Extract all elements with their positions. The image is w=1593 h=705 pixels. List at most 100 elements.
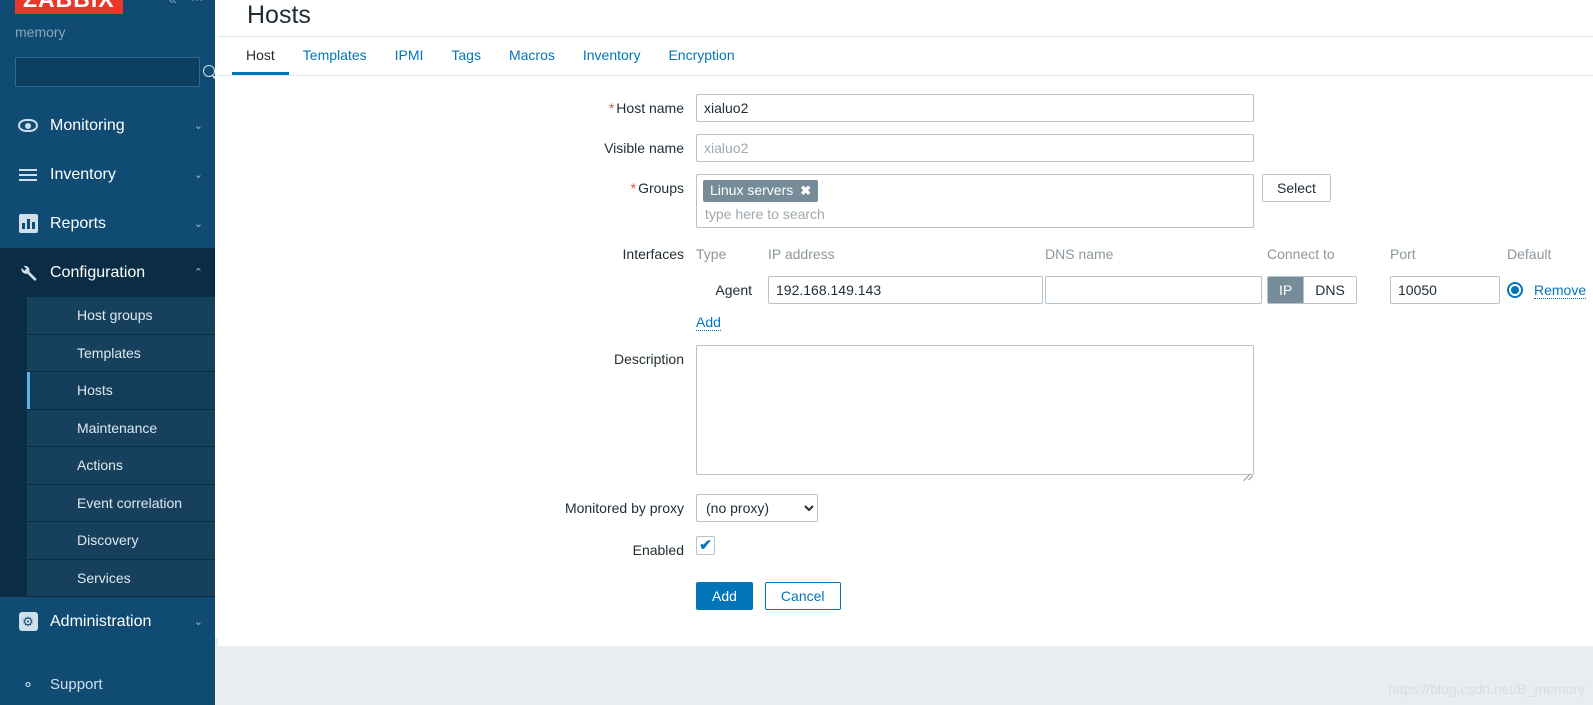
interface-ip-input[interactable] — [768, 276, 1043, 304]
sidebar-item-inventory[interactable]: Inventory ⌄ — [0, 150, 215, 199]
sidebar: ZABBIX « ⎓ memory Monitoring ⌄ Inventory… — [0, 0, 215, 705]
sidebar-support-label: Support — [50, 676, 103, 693]
sidebar-search[interactable] — [15, 57, 215, 87]
watermark: https://blog.csdn.net/B_memory — [1388, 681, 1585, 697]
chevron-double-left-icon[interactable]: « — [169, 0, 177, 7]
group-chip[interactable]: Linux servers ✖ — [703, 180, 819, 202]
add-interface-link[interactable]: Add — [696, 314, 721, 331]
wrench-icon — [15, 263, 41, 283]
tab-tags[interactable]: Tags — [437, 37, 495, 75]
host-name-label: * Host name — [608, 100, 684, 116]
sidebar-item-reports[interactable]: Reports ⌄ — [0, 199, 215, 248]
chevron-down-icon[interactable]: ⌄ — [194, 119, 203, 132]
chevron-up-icon[interactable]: ⌃ — [194, 266, 203, 279]
sidebar-item-label: Monitoring — [50, 116, 125, 134]
description-textarea[interactable] — [696, 345, 1254, 475]
sidebar-item-label: Reports — [50, 214, 107, 232]
page-title: Hosts — [247, 0, 311, 29]
sidebar-item-services[interactable]: Services — [27, 559, 215, 597]
field-row-groups: * Groups Linux servers ✖ type here to sea… — [218, 174, 1593, 228]
sidebar-item-administration[interactable]: ⚙ Administration ⌄ — [0, 597, 215, 646]
sidebar-item-discovery[interactable]: Discovery — [27, 522, 215, 560]
form-tabs: Host Templates IPMI Tags Macros Inventor… — [218, 37, 1593, 76]
sidebar-username: memory — [15, 24, 66, 40]
tab-templates[interactable]: Templates — [289, 37, 381, 75]
sidebar-subitem-label: Templates — [77, 344, 141, 361]
field-row-host-name: * Host name — [218, 94, 1593, 122]
cancel-button[interactable]: Cancel — [764, 582, 841, 610]
chevron-down-icon[interactable]: ⌄ — [194, 217, 203, 230]
tab-ipmi[interactable]: IPMI — [381, 37, 438, 75]
zabbix-logo[interactable]: ZABBIX — [15, 0, 123, 14]
sidebar-item-templates[interactable]: Templates — [27, 334, 215, 372]
hide-sidebar-icon[interactable]: ⎓ — [191, 0, 203, 7]
interfaces-header: Type IP address DNS name Connect to Port… — [696, 240, 1593, 268]
chevron-down-icon[interactable]: ⌄ — [194, 615, 203, 628]
sidebar-submenu-configuration: Host groups Templates Hosts Maintenance … — [0, 297, 215, 597]
sidebar-item-maintenance[interactable]: Maintenance — [27, 409, 215, 447]
group-chip-label: Linux servers — [710, 182, 794, 198]
tab-inventory[interactable]: Inventory — [569, 37, 655, 75]
chevron-down-icon[interactable]: ⌄ — [194, 168, 203, 181]
remove-interface-link[interactable]: Remove — [1534, 282, 1587, 299]
field-row-description: Description — [218, 345, 1593, 482]
groups-multiselect[interactable]: Linux servers ✖ type here to search — [696, 174, 1254, 228]
select-groups-button[interactable]: Select — [1262, 174, 1331, 202]
required-marker: * — [608, 100, 615, 116]
search-icon — [202, 64, 215, 81]
description-label: Description — [613, 351, 684, 367]
col-header-default: Default — [1507, 246, 1552, 262]
sidebar-subitem-label: Discovery — [77, 532, 139, 549]
sidebar-item-hosts[interactable]: Hosts — [27, 372, 215, 410]
field-row-interfaces: Interfaces Type IP address DNS name Conn… — [218, 240, 1593, 331]
search-input[interactable] — [22, 63, 202, 81]
field-row-enabled: Enabled ✔ — [218, 536, 1593, 564]
connect-to-toggle[interactable]: IP DNS — [1267, 276, 1357, 304]
host-form: *Host name Visible name *Group — [218, 76, 1593, 646]
col-header-port: Port — [1390, 246, 1416, 262]
sidebar-item-configuration[interactable]: Configuration ⌃ — [0, 248, 215, 297]
sidebar-item-event-correlation[interactable]: Event correlation — [27, 484, 215, 522]
main-content: Hosts Host Templates IPMI Tags Macros In… — [215, 0, 1593, 705]
zabbix-host-config-screen: ZABBIX « ⎓ memory Monitoring ⌄ Inventory… — [0, 0, 1593, 705]
tab-host[interactable]: Host — [232, 37, 289, 75]
sidebar-nav: Monitoring ⌄ Inventory ⌄ Reports ⌄ Confi… — [0, 101, 215, 646]
enabled-checkbox[interactable]: ✔ — [696, 536, 715, 555]
sidebar-item-actions[interactable]: Actions — [27, 447, 215, 485]
groups-label: * Groups — [630, 180, 684, 196]
default-interface-radio[interactable] — [1507, 282, 1523, 298]
headset-icon: ⚬ — [21, 676, 35, 694]
col-header-type: Type — [696, 246, 727, 262]
interface-type: Agent — [715, 282, 752, 298]
field-row-proxy: Monitored by proxy (no proxy) — [218, 494, 1593, 522]
connect-to-ip-option[interactable]: IP — [1268, 277, 1304, 303]
interface-dns-input[interactable] — [1045, 276, 1262, 304]
proxy-label: Monitored by proxy — [564, 500, 684, 516]
connect-to-dns-option[interactable]: DNS — [1303, 277, 1356, 303]
sidebar-item-label: Configuration — [50, 263, 146, 281]
sidebar-header-icons: « ⎓ — [169, 0, 203, 7]
sidebar-item-support[interactable]: ⚬ Support — [0, 664, 215, 705]
visible-name-label: Visible name — [604, 140, 684, 156]
host-form-card: Host Templates IPMI Tags Macros Inventor… — [218, 36, 1593, 646]
add-button[interactable]: Add — [696, 582, 753, 610]
tab-encryption[interactable]: Encryption — [654, 37, 748, 75]
sidebar-item-label: Inventory — [50, 165, 116, 183]
sidebar-item-host-groups[interactable]: Host groups — [27, 297, 215, 335]
gear-icon: ⚙ — [15, 612, 41, 631]
tab-macros[interactable]: Macros — [495, 37, 569, 75]
close-icon[interactable]: ✖ — [800, 182, 811, 199]
host-name-input[interactable] — [696, 94, 1254, 122]
interface-port-input[interactable] — [1390, 276, 1500, 304]
sidebar-subitem-label: Hosts — [77, 382, 113, 399]
sidebar-subitem-label: Host groups — [77, 307, 153, 324]
proxy-select[interactable]: (no proxy) — [696, 494, 818, 522]
groups-search-placeholder[interactable]: type here to search — [703, 202, 1247, 223]
sidebar-item-monitoring[interactable]: Monitoring ⌄ — [0, 101, 215, 150]
col-header-ip-address: IP address — [768, 246, 835, 262]
visible-name-input[interactable] — [696, 134, 1254, 162]
eye-icon — [15, 119, 41, 132]
enabled-label: Enabled — [632, 542, 684, 558]
add-interface-row: Add — [696, 314, 721, 331]
sidebar-subitem-label: Event correlation — [77, 494, 183, 511]
